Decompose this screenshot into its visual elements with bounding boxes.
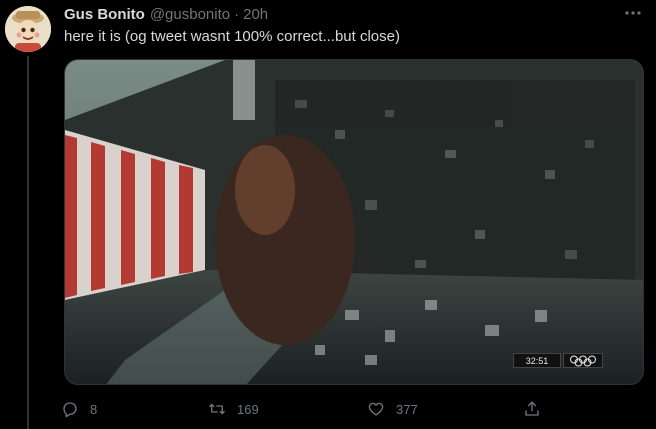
user-handle[interactable]: @gusbonito bbox=[150, 6, 230, 23]
display-name[interactable]: Gus Bonito bbox=[64, 6, 145, 23]
retweet-button[interactable]: 169 bbox=[207, 396, 259, 422]
tweet-time[interactable]: 20h bbox=[243, 6, 268, 23]
share-icon bbox=[522, 399, 542, 419]
tweet-text: here it is (og tweet wasnt 100% correct.… bbox=[64, 28, 400, 45]
like-count: 377 bbox=[396, 401, 418, 417]
avatar[interactable] bbox=[5, 6, 51, 52]
tweet-actions: 8 169 377 bbox=[60, 396, 560, 422]
video-timestamp: 32:51 bbox=[513, 353, 561, 368]
olympic-rings-icon bbox=[563, 353, 603, 368]
video-player[interactable]: 32:51 bbox=[64, 59, 644, 385]
more-horizontal-icon bbox=[625, 11, 641, 15]
reply-count: 8 bbox=[90, 401, 98, 417]
share-button[interactable] bbox=[522, 396, 542, 422]
thread-line bbox=[27, 56, 29, 429]
like-button[interactable]: 377 bbox=[366, 396, 418, 422]
retweet-icon bbox=[207, 399, 227, 419]
tweet[interactable]: Gus Bonito @gusbonito · 20h here it is (… bbox=[0, 0, 656, 429]
cartoon-avatar-icon bbox=[5, 6, 51, 52]
more-options-button[interactable] bbox=[620, 2, 646, 24]
retweet-count: 169 bbox=[237, 401, 259, 417]
tweet-header: Gus Bonito @gusbonito · 20h bbox=[64, 4, 268, 24]
reply-button[interactable]: 8 bbox=[60, 396, 97, 422]
reply-icon bbox=[60, 399, 80, 419]
heart-icon bbox=[366, 399, 386, 419]
separator-dot: · bbox=[234, 5, 240, 23]
video-frame bbox=[65, 60, 643, 384]
